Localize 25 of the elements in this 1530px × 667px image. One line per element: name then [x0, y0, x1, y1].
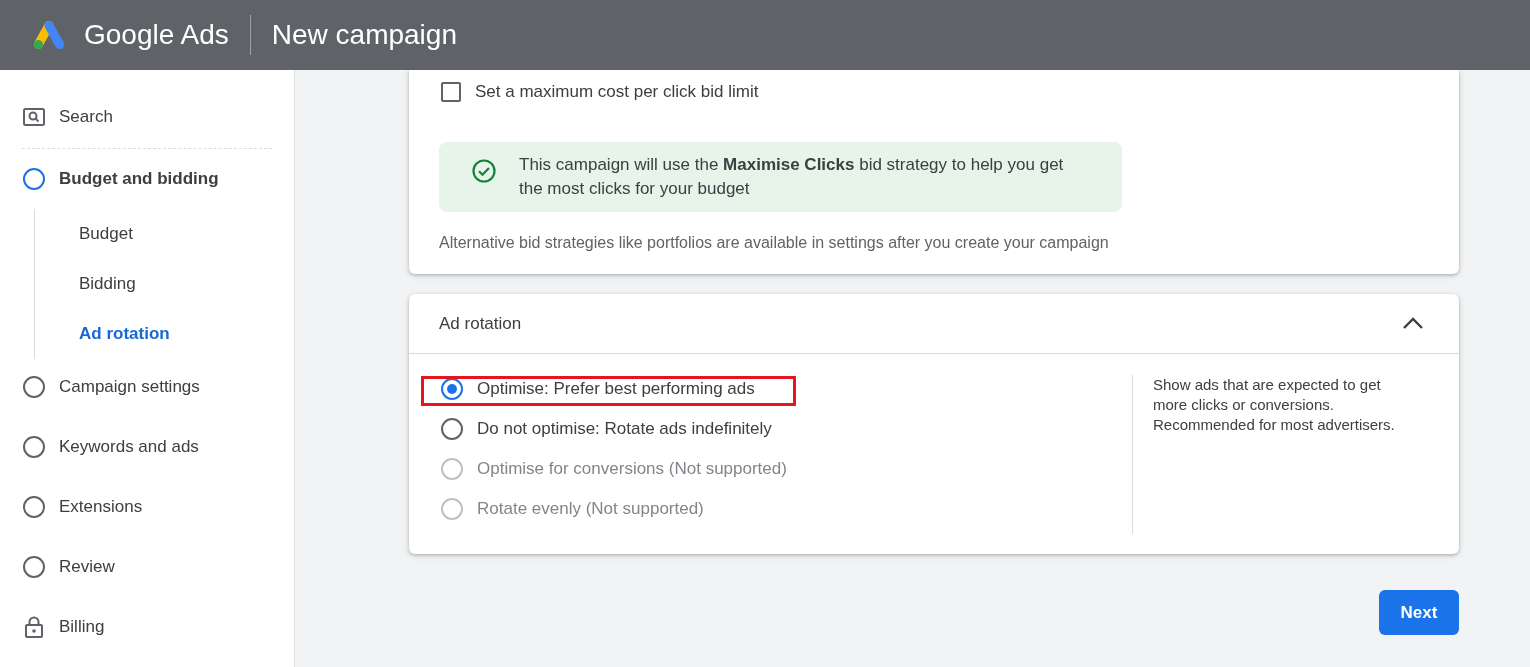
sidebar-item[interactable]: Review	[0, 537, 294, 597]
sidebar-item[interactable]: Budget and bidding	[0, 149, 294, 209]
info-text: This campaign will use the Maximise Clicks bid strategy to help you get the most clicks for your budget	[519, 154, 1065, 200]
checkbox-label[interactable]: Set a maximum cost per click bid limit	[475, 79, 759, 105]
next-button[interactable]: Next	[1379, 590, 1459, 635]
page-title: New campaign	[271, 18, 457, 52]
option-description: Show ads that are expected to get more clicks or conversions. Recommended for most advertisers.	[1153, 375, 1396, 435]
sidebar-item[interactable]: Billing	[0, 597, 294, 657]
product-name: Google Ads	[84, 18, 229, 52]
check-circle-icon	[472, 159, 496, 183]
sidebar-item[interactable]: Search	[0, 92, 294, 142]
sidebar-subitem[interactable]: Ad rotation	[79, 309, 294, 359]
sidebar-item[interactable]: Campaign settings	[0, 357, 294, 417]
sidebar-subitem[interactable]: Budget	[79, 209, 294, 259]
radio-label[interactable]: Optimise: Prefer best performing ads	[477, 376, 755, 402]
checkbox[interactable]	[441, 82, 461, 102]
sidebar-subitem[interactable]: Bidding	[79, 259, 294, 309]
sidebar-item[interactable]: Keywords and ads	[0, 417, 294, 477]
sidebar-item[interactable]: Extensions	[0, 477, 294, 537]
section-title: Ad rotation	[439, 312, 522, 335]
radio-button[interactable]	[441, 418, 463, 440]
chevron-icon	[1402, 317, 1424, 330]
note-text: Alternative bid strategies like portfolios are available in settings after you create your campaign	[439, 233, 1110, 253]
radio-button[interactable]	[441, 378, 463, 400]
radio-label[interactable]: Do not optimise: Rotate ads indefinitely	[477, 416, 772, 442]
